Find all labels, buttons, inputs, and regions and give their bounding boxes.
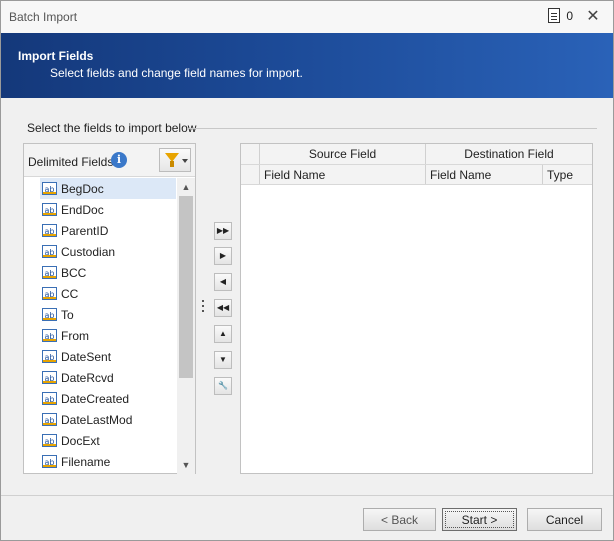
text-field-icon: ab: [42, 182, 57, 195]
field-item-label: Custodian: [61, 244, 116, 259]
back-button[interactable]: < Back: [363, 508, 436, 531]
delimited-fields-label: Delimited Fields: [28, 155, 114, 169]
column-destination-field-name[interactable]: Field Name: [425, 165, 542, 184]
field-item[interactable]: ab DateCreated: [40, 388, 176, 409]
move-down-button[interactable]: ▼: [214, 351, 232, 369]
text-field-icon: ab: [42, 329, 57, 342]
field-mapping-grid: Source Field Destination Field Field Nam…: [240, 143, 593, 474]
text-field-icon: ab: [42, 455, 57, 468]
document-icon: [548, 8, 561, 23]
text-field-icon: ab: [42, 392, 57, 405]
text-field-icon: ab: [42, 224, 57, 237]
destination-field-header: Destination Field: [425, 144, 592, 164]
remove-all-button[interactable]: ◀◀: [214, 299, 232, 317]
field-item-label: To: [61, 307, 74, 322]
source-field-header: Source Field: [259, 144, 425, 164]
delimited-field-list[interactable]: ab BegDoc ab EndDoc ab ParentID ab Custodian ab B…: [40, 178, 176, 474]
document-count-indicator: 0: [548, 8, 573, 23]
field-item-label: ParentID: [61, 223, 109, 238]
info-icon[interactable]: i: [111, 152, 127, 168]
field-item[interactable]: ab From: [40, 325, 176, 346]
document-count: 0: [566, 8, 573, 23]
footer-divider: [1, 495, 613, 496]
scroll-up-icon[interactable]: ▲: [181, 182, 191, 192]
scroll-thumb[interactable]: [179, 196, 193, 378]
field-item-label: From: [61, 328, 89, 343]
group-divider: [187, 128, 597, 129]
column-source-field-name[interactable]: Field Name: [259, 165, 425, 184]
wizard-header: Import Fields Select fields and change f…: [1, 33, 613, 98]
add-all-button[interactable]: ▶▶: [214, 222, 232, 240]
scroll-down-icon[interactable]: ▼: [181, 460, 191, 470]
text-field-icon: ab: [42, 308, 57, 321]
grid-group-header: Source Field Destination Field: [241, 144, 592, 165]
field-item[interactable]: ab Custodian: [40, 241, 176, 262]
field-item[interactable]: ab CC: [40, 283, 176, 304]
field-item-label: DateCreated: [61, 391, 130, 406]
delimited-fields-header: Delimited Fields i: [24, 144, 195, 177]
text-field-icon: ab: [42, 266, 57, 279]
header-subtitle: Select fields and change field names for…: [50, 66, 303, 80]
field-item[interactable]: ab To: [40, 304, 176, 325]
add-button[interactable]: ▶: [214, 247, 232, 265]
batch-import-window: Batch Import 0 ✕ Import Fields Select fi…: [0, 0, 614, 541]
field-item-label: EndDoc: [61, 202, 104, 217]
field-item[interactable]: ab Filename: [40, 451, 176, 472]
text-field-icon: ab: [42, 413, 57, 426]
field-item[interactable]: ab DateLastMod: [40, 409, 176, 430]
field-item-label: BegDoc: [61, 181, 104, 196]
field-item-label: DateSent: [61, 349, 112, 364]
text-field-icon: ab: [42, 350, 57, 363]
text-field-icon: ab: [42, 203, 57, 216]
cancel-button[interactable]: Cancel: [527, 508, 602, 531]
title-bar: Batch Import 0 ✕: [1, 1, 613, 33]
field-item[interactable]: ab BegDoc: [40, 178, 176, 199]
text-field-icon: ab: [42, 371, 57, 384]
field-item-label: DocExt: [61, 433, 100, 448]
close-icon[interactable]: ✕: [583, 6, 603, 26]
field-item[interactable]: ab DocExt: [40, 430, 176, 451]
field-item[interactable]: ab BCC: [40, 262, 176, 283]
fields-group-label: Select the fields to import below: [27, 121, 197, 135]
filter-dropdown-button[interactable]: [159, 148, 191, 172]
move-up-button[interactable]: ▲: [214, 325, 232, 343]
field-item-label: DateRcvd: [61, 370, 114, 385]
field-item-label: CC: [61, 286, 79, 301]
field-item[interactable]: ab DateRcvd: [40, 367, 176, 388]
field-item[interactable]: ab DateSent: [40, 346, 176, 367]
text-field-icon: ab: [42, 434, 57, 447]
chevron-down-icon: [182, 159, 188, 163]
start-button[interactable]: Start >: [442, 508, 517, 531]
remove-button[interactable]: ◀: [214, 273, 232, 291]
field-item[interactable]: ab EndDoc: [40, 199, 176, 220]
text-field-icon: ab: [42, 287, 57, 300]
window-title: Batch Import: [9, 10, 78, 24]
text-field-icon: ab: [42, 245, 57, 258]
header-title: Import Fields: [18, 49, 94, 63]
field-item-label: DateLastMod: [61, 412, 133, 427]
grid-column-header: Field Name Field Name Type: [241, 165, 592, 185]
field-item-label: BCC: [61, 265, 87, 280]
field-item-label: Filename: [61, 454, 111, 469]
delimited-fields-panel: Delimited Fields i ab BegDoc ab EndDoc ab Par…: [23, 143, 196, 474]
column-type[interactable]: Type: [542, 165, 592, 184]
field-list-scrollbar[interactable]: ▲ ▼: [177, 178, 195, 474]
field-item[interactable]: ab ParentID: [40, 220, 176, 241]
panel-splitter[interactable]: [202, 300, 205, 316]
edit-field-button[interactable]: 🔧: [214, 377, 232, 395]
